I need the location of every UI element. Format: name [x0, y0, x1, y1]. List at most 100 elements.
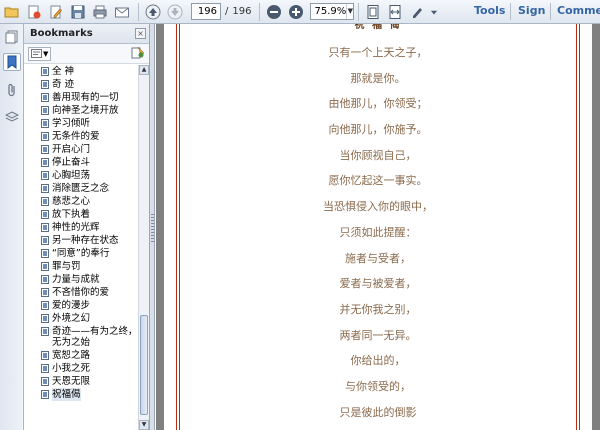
scroll-down-icon[interactable]: ▼ [139, 420, 149, 430]
bookmarks-scrollbar[interactable]: ▲ ▼ [138, 65, 149, 430]
bookmark-item[interactable]: 另一种存在状态 [24, 234, 138, 247]
bookmark-item[interactable]: 心胸坦荡 [24, 169, 138, 182]
bookmark-icon [41, 390, 49, 399]
bookmark-icon [41, 210, 49, 219]
close-icon[interactable]: × [135, 28, 146, 39]
bookmark-item[interactable]: 开启心门 [24, 143, 138, 156]
page-border-line [579, 24, 580, 430]
bookmark-icon [41, 171, 49, 180]
bookmark-item[interactable]: 外境之幻 [24, 312, 138, 325]
bookmark-label: 另一种存在状态 [52, 235, 119, 246]
bookmark-label: 奇 迹 [52, 79, 75, 90]
tools-menu[interactable]: Tools [474, 4, 505, 17]
bookmark-icon [41, 364, 49, 373]
create-pdf-icon[interactable] [24, 2, 44, 22]
bookmark-item[interactable]: 罪与罚 [24, 260, 138, 273]
folder-icon[interactable] [2, 2, 22, 22]
page-thumbnails-icon[interactable] [3, 28, 21, 46]
zoom-select[interactable]: 75.9% ▼ [310, 3, 355, 20]
bookmark-label: 罪与罚 [52, 261, 81, 272]
previous-page-icon[interactable] [143, 2, 163, 22]
bookmark-item[interactable]: 消除匮乏之念 [24, 182, 138, 195]
email-icon[interactable] [112, 2, 132, 22]
panel-splitter[interactable] [150, 24, 155, 430]
toolbar-separator [138, 2, 139, 21]
fit-width-icon[interactable] [385, 2, 405, 22]
bookmark-item[interactable]: 奇 迹 [24, 78, 138, 91]
markup-icon[interactable] [407, 2, 427, 22]
scroll-up-icon[interactable]: ▲ [139, 65, 149, 75]
zoom-in-icon[interactable] [286, 2, 306, 22]
bookmark-item[interactable]: 全 神 [24, 65, 138, 78]
bookmark-icon [41, 236, 49, 245]
poem-line: 当你顾视自己， [339, 148, 417, 162]
bookmark-item[interactable]: 祝福偈 [24, 388, 138, 401]
print-icon[interactable] [90, 2, 110, 22]
bookmark-icon [41, 158, 49, 167]
sign-menu[interactable]: Sign [518, 4, 545, 17]
bookmark-item[interactable]: 奇迹——有为之终，无为之始 [24, 325, 138, 349]
document-title: 祝 福 偈 [354, 24, 402, 31]
chevron-down-icon[interactable] [429, 2, 439, 22]
bookmark-item[interactable]: 善用现有的一切 [24, 91, 138, 104]
scroll-thumb[interactable] [140, 315, 148, 415]
bookmark-label: “同意”的奉行 [52, 248, 110, 259]
bookmark-item[interactable]: 放下执着 [24, 208, 138, 221]
pdf-page: 祝 福 偈 只有一个上天之子， 那就是你。 由他那儿，你领受； 向他那儿，你施予。 当你… [164, 24, 592, 430]
bookmark-item[interactable]: 小我之死 [24, 362, 138, 375]
bookmark-label: 不吝惜你的爱 [52, 287, 110, 298]
bookmark-label: 向神圣之境开放 [52, 105, 119, 116]
page-number-input[interactable]: 196 [191, 3, 221, 20]
chevron-down-icon: ▼ [43, 49, 49, 58]
bookmark-label: 力量与成就 [52, 274, 100, 285]
bookmark-label: 爱的漫步 [52, 300, 91, 311]
page-border-line [179, 24, 180, 430]
bookmark-label: 小我之死 [52, 363, 91, 374]
bookmark-item[interactable]: 神性的光辉 [24, 221, 138, 234]
poem-text: 祝 福 偈 只有一个上天之子， 那就是你。 由他那儿，你领受； 向他那儿，你施予。 当你… [186, 24, 570, 430]
bookmark-label: 祝福偈 [52, 388, 81, 401]
zoom-out-icon[interactable] [264, 2, 284, 22]
bookmark-icon [41, 223, 49, 232]
delete-bookmark-icon[interactable] [131, 46, 145, 62]
comment-menu[interactable]: Comment [557, 4, 600, 17]
poem-line: 只有一个上天之子， [328, 46, 428, 59]
bookmark-item[interactable]: “同意”的奉行 [24, 247, 138, 260]
fit-page-icon[interactable] [363, 2, 383, 22]
document-viewer[interactable]: 祝 福 偈 只有一个上天之子， 那就是你。 由他那儿，你领受； 向他那儿，你施予。 当你… [156, 24, 600, 430]
bookmark-label: 无条件的爱 [52, 131, 100, 142]
toolbar-separator [358, 2, 360, 21]
navigation-rail [0, 24, 24, 430]
bookmark-item[interactable]: 停止奋斗 [24, 156, 138, 169]
bookmark-icon [41, 249, 49, 258]
bookmark-icon [41, 119, 49, 128]
bookmark-icon [41, 275, 49, 284]
attachments-icon[interactable] [3, 81, 21, 99]
next-page-icon[interactable] [165, 2, 185, 22]
chevron-down-icon[interactable]: ▼ [346, 4, 353, 19]
bookmark-icon [41, 67, 49, 76]
page-border-line [176, 24, 177, 430]
bookmark-item[interactable]: 宽恕之路 [24, 349, 138, 362]
bookmark-icon [41, 132, 49, 141]
poem-line: 你给出的， [350, 354, 406, 368]
bookmark-item[interactable]: 无条件的爱 [24, 130, 138, 143]
bookmark-item[interactable]: 向神圣之境开放 [24, 104, 138, 117]
bookmarks-icon[interactable] [3, 53, 21, 71]
bookmark-label: 放下执着 [52, 209, 91, 220]
save-icon[interactable] [68, 2, 88, 22]
bookmark-item[interactable]: 不吝惜你的爱 [24, 286, 138, 299]
layers-icon[interactable] [3, 108, 21, 126]
splitter-grip[interactable] [151, 214, 154, 242]
bookmark-item[interactable]: 天恩无限 [24, 375, 138, 388]
bookmark-item[interactable]: 力量与成就 [24, 273, 138, 286]
edit-icon[interactable] [46, 2, 66, 22]
page-border-line [576, 24, 577, 430]
bookmark-item[interactable]: 慈悲之心 [24, 195, 138, 208]
bookmark-icon [41, 106, 49, 115]
bookmark-item[interactable]: 学习倾听 [24, 117, 138, 130]
bookmark-item[interactable]: 爱的漫步 [24, 299, 138, 312]
poem-line: 愿你忆起这一事实。 [328, 174, 428, 188]
poem-line: 由他那儿，你领受； [328, 97, 428, 111]
options-button[interactable]: ▼ [28, 46, 52, 61]
